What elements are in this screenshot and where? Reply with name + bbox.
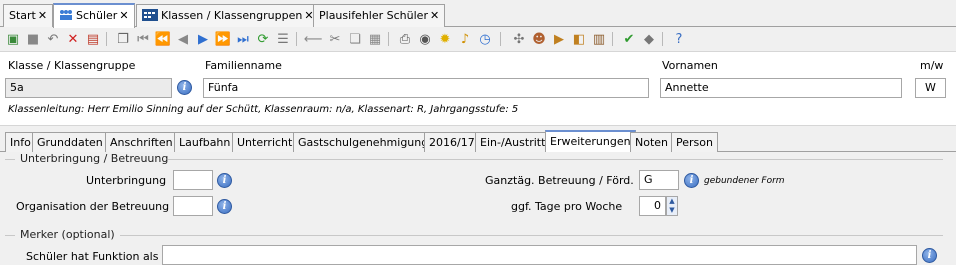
tab-noten[interactable]: Noten [630, 132, 674, 152]
section-divider [120, 235, 943, 236]
tab-plausifehler-label: Plausifehler Schüler [319, 9, 428, 22]
unterbringung-label: Unterbringung [86, 174, 167, 187]
section-divider [5, 159, 15, 160]
vornamen-label: Vornamen [662, 59, 718, 72]
detail-tab-bar: Info Grunddaten Anschriften Laufbahn Unt… [0, 130, 956, 153]
klasse-field[interactable]: 5a [5, 78, 172, 98]
toolbar: ▣ ■ ↶ ✕ ▤ ❐ ⏮ ⏪ ◀ ▶ ⏩ ⏭ ⟳ ☰ ⟵ ✂ ❏ ▦ ⎙ ◉ … [0, 28, 956, 50]
klassenleitung-info: Klassenleitung: Herr Emilio Sinning auf … [8, 104, 519, 115]
familienname-label: Familienname [205, 59, 282, 72]
top-tab-bar: Start ✕ Schüler ✕ Klassen / Klassengruppen… [0, 0, 956, 28]
last-record-icon[interactable]: ⏭ [234, 30, 252, 48]
tab-erweiterungen[interactable]: Erweiterungen [545, 130, 636, 153]
close-icon[interactable]: ✕ [38, 9, 47, 22]
info-icon[interactable]: i [684, 173, 699, 188]
prev-record-icon[interactable]: ◀ [174, 30, 192, 48]
user-icon[interactable]: ☻ [530, 30, 548, 48]
section-divider [5, 235, 15, 236]
first-record-icon[interactable]: ⏮ [134, 30, 152, 48]
preview-icon[interactable]: ◉ [416, 30, 434, 48]
import-icon[interactable]: ◧ [570, 30, 588, 48]
ganztag-hint: gebundener Form [704, 176, 785, 186]
save-icon[interactable]: ■ [24, 30, 42, 48]
organisation-label: Organisation der Betreuung [16, 200, 170, 213]
back-arrow-icon[interactable]: ⟵ [304, 30, 323, 48]
tage-spinner[interactable]: ▲ ▼ [666, 196, 678, 216]
print-icon[interactable]: ⎙ [396, 30, 414, 48]
students-icon [59, 9, 73, 24]
tab-ein-austritt[interactable]: Ein-/Austritt [475, 132, 551, 152]
export-icon[interactable]: ▶ [550, 30, 568, 48]
ganztag-label: Ganztäg. Betreuung / Förd. [485, 174, 634, 187]
tab-grunddaten[interactable]: Grunddaten [32, 132, 108, 152]
next-record-icon[interactable]: ▶ [194, 30, 212, 48]
close-icon[interactable]: ✕ [430, 9, 439, 22]
section-divider [168, 159, 943, 160]
help-icon[interactable]: ? [670, 30, 688, 48]
tage-field[interactable]: 0 [639, 196, 666, 216]
spin-down-icon[interactable]: ▼ [667, 206, 677, 215]
refresh-icon[interactable]: ⟳ [254, 30, 272, 48]
funktion-field[interactable] [162, 245, 917, 265]
report-icon[interactable]: ▥ [590, 30, 608, 48]
info-icon[interactable]: i [177, 80, 192, 95]
ganztag-field[interactable]: G [639, 170, 679, 190]
cut-icon[interactable]: ✂ [326, 30, 344, 48]
new-record-icon[interactable]: ▣ [4, 30, 22, 48]
info-icon[interactable]: i [922, 248, 937, 263]
spin-up-icon[interactable]: ▲ [667, 197, 677, 206]
copy-icon[interactable]: ❐ [114, 30, 132, 48]
paste-icon[interactable]: ▦ [366, 30, 384, 48]
tab-start-label: Start [9, 9, 36, 22]
tab-unterricht[interactable]: Unterricht [232, 132, 298, 152]
tage-label: ggf. Tage pro Woche [511, 200, 623, 213]
next-page-icon[interactable]: ⏩ [214, 30, 232, 48]
list-icon[interactable]: ☰ [274, 30, 292, 48]
tab-laufbahn[interactable]: Laufbahn [174, 132, 236, 152]
geschlecht-field[interactable]: W [915, 78, 946, 98]
tab-klassen[interactable]: Klassen / Klassengruppen ✕ [136, 4, 320, 27]
organisation-field[interactable] [173, 196, 213, 216]
klasse-label: Klasse / Klassengruppe [8, 59, 136, 72]
copy-doc-icon[interactable]: ❏ [346, 30, 364, 48]
class-icon [142, 9, 158, 24]
info-icon[interactable]: i [217, 199, 232, 214]
tab-schueler-label: Schüler [76, 9, 118, 22]
mw-label: m/w [920, 59, 944, 72]
tab-klassen-label: Klassen / Klassengruppen [161, 9, 303, 22]
check-icon[interactable]: ✔ [620, 30, 638, 48]
merker-section-title: Merker (optional) [20, 228, 115, 241]
erase-icon[interactable]: ◆ [640, 30, 658, 48]
tab-plausifehler[interactable]: Plausifehler Schüler ✕ [313, 4, 446, 27]
bell-icon[interactable]: ♪ [456, 30, 474, 48]
unterbringung-field[interactable] [173, 170, 213, 190]
tab-person[interactable]: Person [671, 132, 718, 152]
prev-page-icon[interactable]: ⏪ [154, 30, 172, 48]
network-icon[interactable]: ✣ [510, 30, 528, 48]
tab-anschriften[interactable]: Anschriften [105, 132, 178, 152]
tab-gastschulgenehmigung[interactable]: Gastschulgenehmigung [293, 132, 434, 152]
tab-start[interactable]: Start ✕ [3, 4, 54, 27]
lightbulb-icon[interactable]: ✹ [436, 30, 454, 48]
undo-icon[interactable]: ↶ [44, 30, 62, 48]
close-icon[interactable]: ✕ [119, 9, 128, 22]
vornamen-field[interactable]: Annette [660, 78, 902, 98]
tab-schuljahr[interactable]: 2016/17 [424, 132, 480, 152]
funktion-label: Schüler hat Funktion als [26, 250, 159, 263]
cancel-icon[interactable]: ▤ [84, 30, 102, 48]
familienname-field[interactable]: Fünfa [203, 78, 649, 98]
tab-schueler[interactable]: Schüler ✕ [53, 3, 135, 28]
info-icon[interactable]: i [217, 173, 232, 188]
clock-icon[interactable]: ◷ [476, 30, 494, 48]
delete-icon[interactable]: ✕ [64, 30, 82, 48]
unterbringung-section-title: Unterbringung / Betreuung [20, 152, 169, 165]
